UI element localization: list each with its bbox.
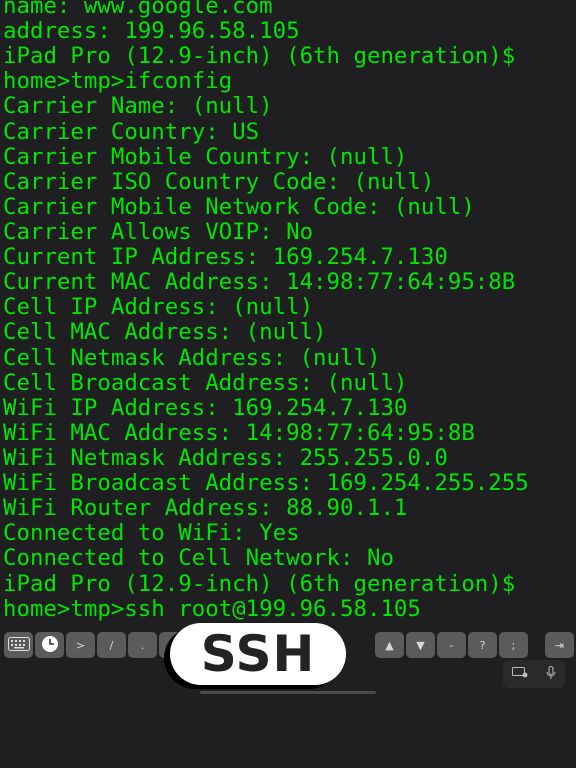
terminal-line: Current IP Address: 169.254.7.130 — [3, 244, 448, 271]
key-period[interactable]: . — [128, 632, 157, 658]
key-up-arrow[interactable]: ▲ — [375, 632, 404, 658]
clock-icon — [41, 635, 59, 656]
terminal-line: Carrier Mobile Network Code: (null) — [3, 193, 475, 220]
terminal-line: WiFi Router Address: 88.90.1.1 — [3, 495, 408, 522]
keyboard-toggle-button[interactable] — [4, 632, 33, 658]
terminal-line: WiFi IP Address: 169.254.7.130 — [3, 394, 408, 421]
key-greater-than[interactable]: > — [66, 632, 95, 658]
terminal-line: Carrier Country: US — [3, 118, 260, 145]
microphone-icon[interactable] — [546, 665, 556, 683]
keyboard-shortcuts-panel — [503, 660, 565, 688]
terminal-line: home>tmp>ifconfig — [3, 68, 233, 95]
terminal-line: Carrier Allows VOIP: No — [3, 218, 314, 245]
key-question[interactable]: ? — [468, 632, 497, 658]
home-indicator[interactable] — [200, 691, 376, 694]
terminal-output[interactable]: name: www.google.com address: 199.96.58.1… — [3, 0, 576, 622]
terminal-line: Cell MAC Address: (null) — [3, 319, 327, 346]
dismiss-keyboard-icon[interactable] — [512, 667, 528, 681]
terminal-line: Connected to WiFi: Yes — [3, 520, 300, 547]
history-button[interactable] — [35, 632, 64, 658]
key-tab[interactable]: ⇥ — [545, 632, 574, 658]
terminal-line: Carrier Name: (null) — [3, 93, 273, 120]
terminal-line: WiFi Netmask Address: 255.255.0.0 — [3, 444, 448, 471]
ssh-logo-badge: SSH — [170, 623, 346, 685]
terminal-line: Cell Netmask Address: (null) — [3, 344, 381, 371]
terminal-line: Carrier Mobile Country: (null) — [3, 143, 408, 170]
key-semicolon[interactable]: ; — [499, 632, 528, 658]
terminal-line: iPad Pro (12.9-inch) (6th generation)$ — [3, 570, 516, 597]
terminal-line: name: www.google.com — [3, 0, 273, 19]
terminal-line: Cell Broadcast Address: (null) — [3, 369, 408, 396]
key-dash[interactable]: - — [437, 632, 466, 658]
terminal-line: Carrier ISO Country Code: (null) — [3, 168, 435, 195]
terminal-line: Current MAC Address: 14:98:77:64:95:8B — [3, 269, 516, 296]
key-slash[interactable]: / — [97, 632, 126, 658]
keyboard-icon — [7, 636, 30, 654]
terminal-line: Connected to Cell Network: No — [3, 545, 394, 572]
terminal-line: Cell IP Address: (null) — [3, 294, 314, 321]
terminal-line: address: 199.96.58.105 — [3, 18, 300, 45]
terminal-line: home>tmp>ssh root@199.96.58.105 — [3, 595, 421, 622]
terminal-line: iPad Pro (12.9-inch) (6th generation)$ — [3, 43, 516, 70]
key-down-arrow[interactable]: ▼ — [406, 632, 435, 658]
terminal-line: WiFi MAC Address: 14:98:77:64:95:8B — [3, 419, 475, 446]
terminal-line: WiFi Broadcast Address: 169.254.255.255 — [3, 470, 529, 497]
